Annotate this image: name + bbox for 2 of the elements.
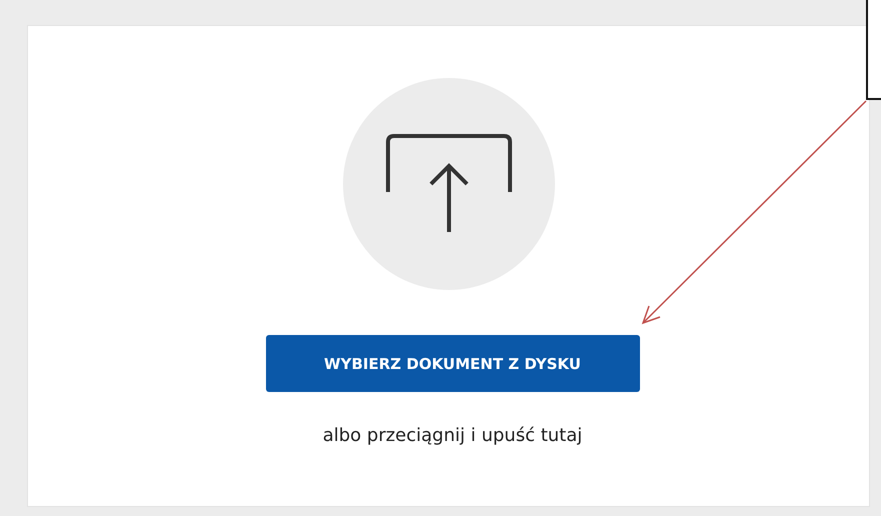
drop-hint-text: albo przeciągnij i upuść tutaj: [322, 425, 582, 446]
choose-document-button[interactable]: WYBIERZ DOKUMENT Z DYSKU: [266, 335, 640, 392]
